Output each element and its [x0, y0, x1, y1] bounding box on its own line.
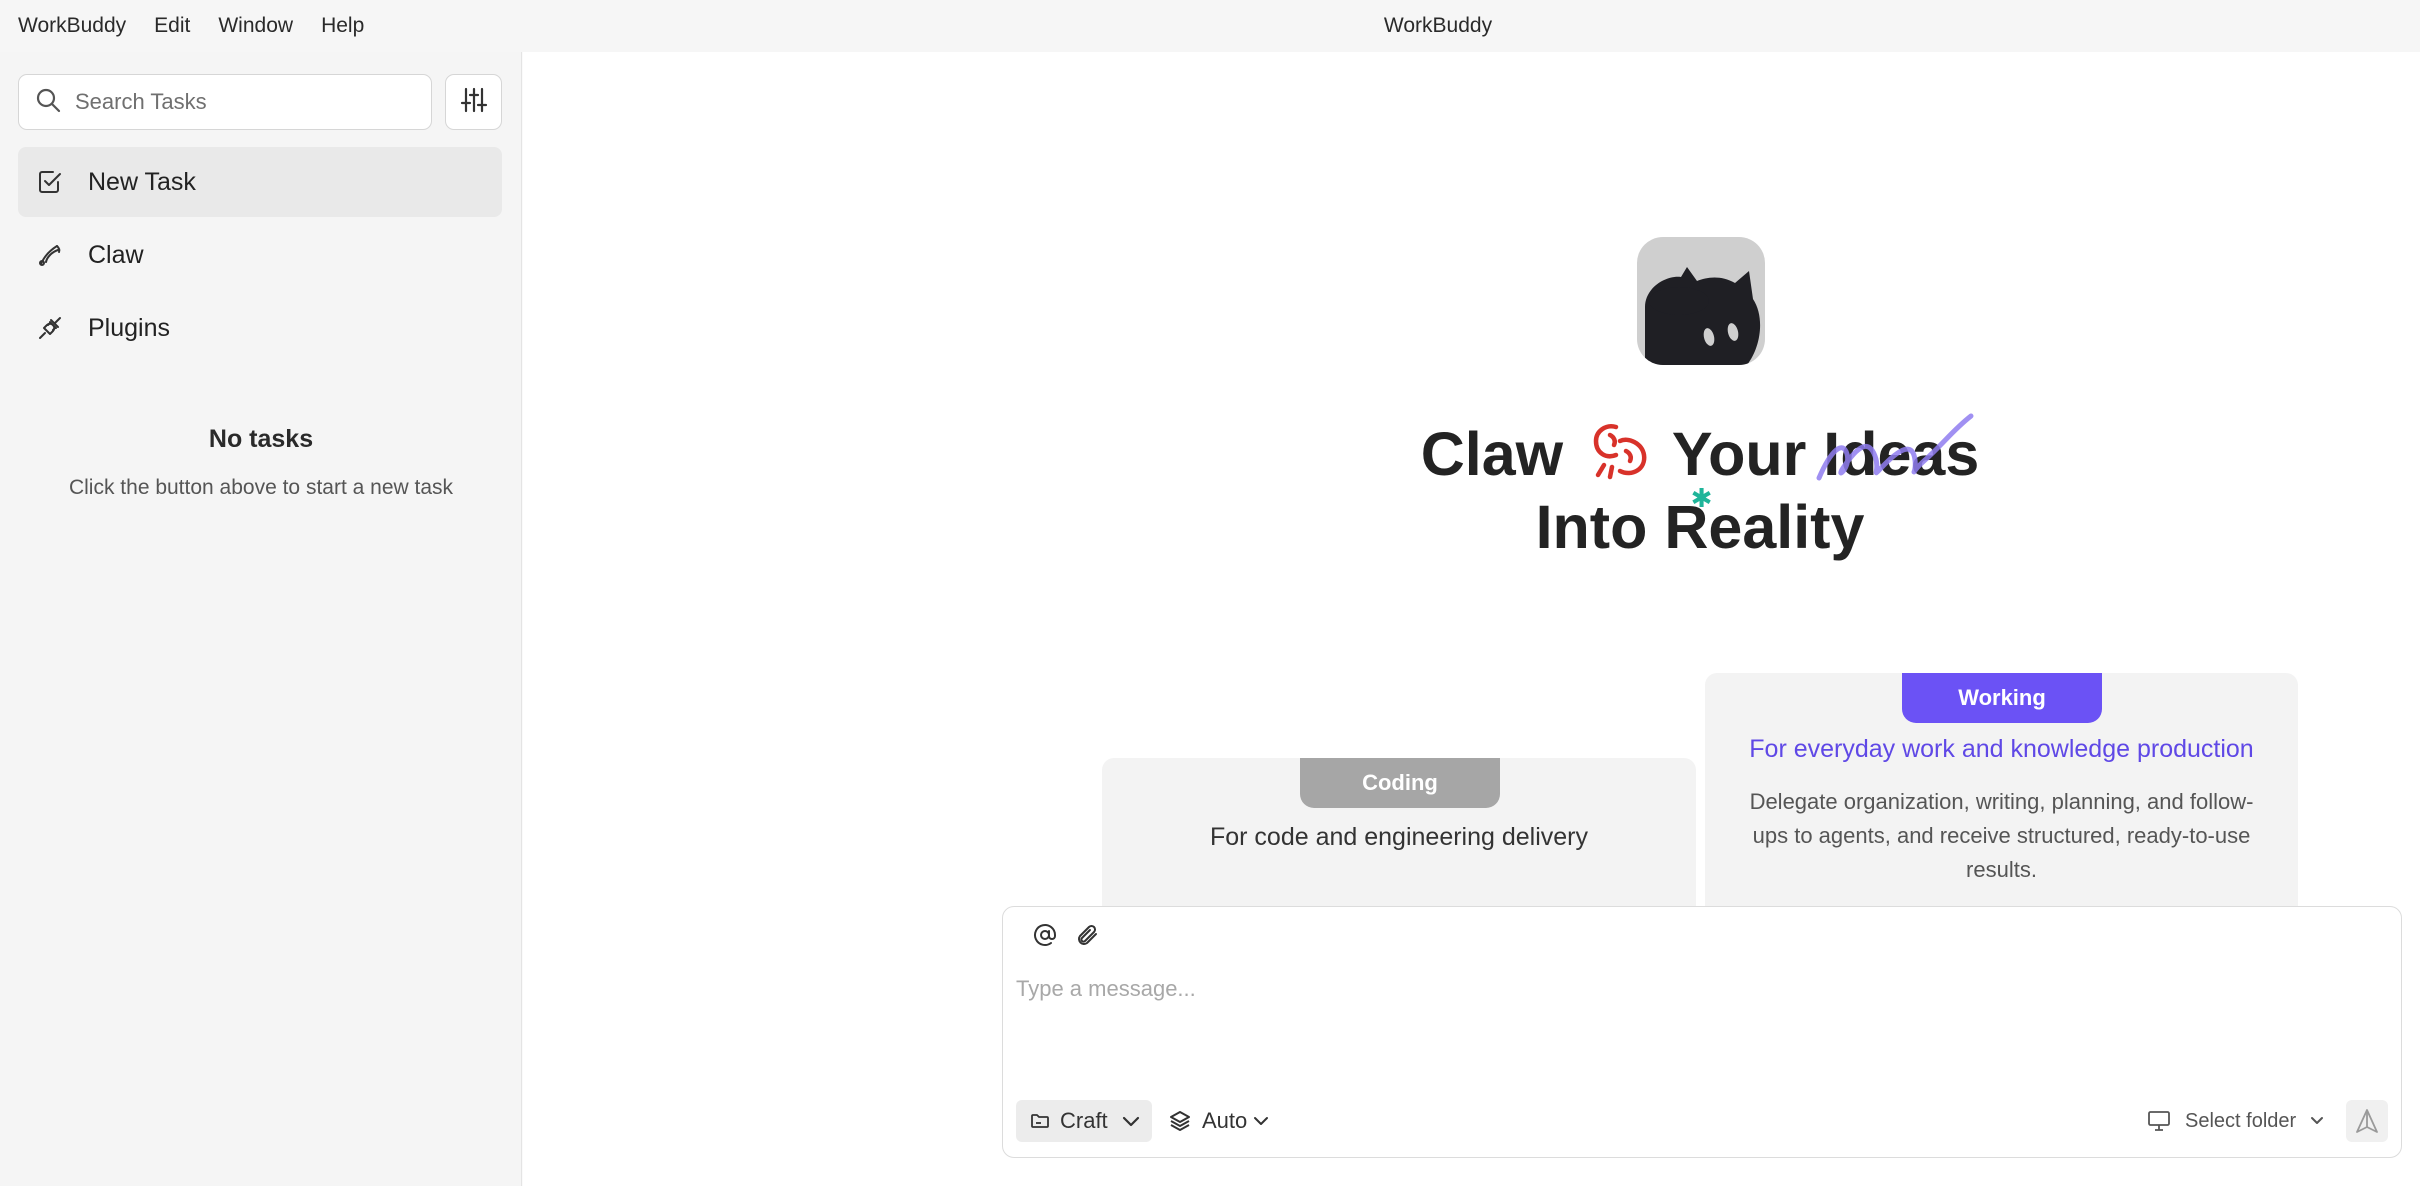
sidebar-item-label: Claw: [88, 240, 144, 269]
menu-help[interactable]: Help: [321, 14, 364, 38]
message-input[interactable]: [1016, 969, 2386, 1009]
working-card-title: For everyday work and knowledge producti…: [1749, 735, 2254, 763]
claw-icon: [36, 241, 64, 269]
monitor-icon: [2147, 1110, 2171, 1132]
window-title: WorkBuddy: [1383, 14, 1493, 37]
new-task-icon: [36, 168, 64, 196]
menu-edit[interactable]: Edit: [154, 14, 190, 38]
hero-word-ideas-wrap: Ideas: [1816, 413, 1979, 491]
coding-mode-card[interactable]: Coding For code and engineering delivery: [1102, 758, 1696, 906]
plugin-icon: [36, 314, 64, 342]
sidebar-item-label: New Task: [88, 167, 196, 196]
empty-title: No tasks: [208, 425, 314, 453]
hero-word-into-r: Into R ✱: [1535, 485, 1713, 564]
search-icon: [35, 87, 61, 118]
mention-icon[interactable]: [1031, 921, 1059, 949]
chevron-down-icon: [1253, 1116, 1269, 1126]
layers-icon: [1168, 1109, 1192, 1133]
sidebar: New Task Claw Plugins No tasks Click the…: [0, 52, 522, 1186]
coding-tab[interactable]: Coding: [1300, 758, 1500, 808]
send-icon: [2354, 1108, 2380, 1134]
hero-word-eality: eality: [1708, 493, 1865, 561]
lobster-icon: [1586, 421, 1650, 481]
working-tab[interactable]: Working: [1902, 673, 2102, 723]
sidebar-item-claw[interactable]: Claw: [18, 220, 502, 290]
model-dropdown[interactable]: Auto: [1168, 1100, 1269, 1142]
coding-card-title: For code and engineering delivery: [1209, 823, 1588, 851]
menu-window[interactable]: Window: [218, 14, 293, 38]
chevron-down-icon: [1122, 1115, 1140, 1127]
cat-mascot-icon: [1645, 267, 1761, 365]
sidebar-item-new-task[interactable]: New Task: [18, 147, 502, 217]
composer-toolbar: [1031, 921, 1101, 949]
sparkle-icon: ✱: [1690, 483, 1713, 513]
hero-headline: Claw Your Ideas Into R ✱ eality: [1320, 413, 2080, 564]
hero-word-claw: Claw: [1420, 420, 1564, 488]
select-folder-label: Select folder: [2185, 1109, 2297, 1132]
hero-word-your: Your: [1671, 420, 1807, 488]
search-box[interactable]: [18, 74, 432, 130]
scribble-decoration: [1816, 413, 1974, 481]
folder-icon: [1030, 1111, 1050, 1131]
sidebar-nav: New Task Claw Plugins: [18, 147, 502, 366]
working-mode-card[interactable]: Working For everyday work and knowledge …: [1705, 673, 2298, 906]
attachment-icon[interactable]: [1073, 921, 1101, 949]
search-input[interactable]: [75, 89, 405, 115]
send-button[interactable]: [2346, 1100, 2388, 1142]
craft-mode-dropdown[interactable]: Craft: [1016, 1100, 1152, 1142]
menu-workbuddy[interactable]: WorkBuddy: [18, 14, 126, 38]
sliders-icon: [460, 86, 488, 119]
hero-word-into-r-text: Into R: [1535, 493, 1709, 561]
sidebar-item-plugins[interactable]: Plugins: [18, 293, 502, 363]
model-label: Auto: [1202, 1108, 1248, 1133]
craft-mode-label: Craft: [1060, 1108, 1108, 1133]
empty-state: No tasks Click the button above to start…: [0, 425, 522, 500]
menu-bar: WorkBuddy Edit Window Help WorkBuddy: [0, 0, 2420, 52]
message-composer: Craft Auto Select folder: [1002, 906, 2402, 1158]
empty-subtitle: Click the button above to start a new ta…: [68, 476, 454, 499]
app-menu: WorkBuddy Edit Window Help: [18, 0, 364, 52]
sidebar-item-label: Plugins: [88, 313, 170, 342]
filter-button[interactable]: [445, 74, 502, 130]
chevron-down-icon: [2310, 1116, 2324, 1126]
hero-line-1: Claw Your Ideas: [1320, 413, 2080, 491]
app-logo: [1637, 237, 1765, 365]
hero-line-2: Into R ✱ eality: [1320, 485, 2080, 564]
working-card-description: Delegate organization, writing, planning…: [1749, 789, 2254, 882]
select-folder-dropdown[interactable]: Select folder: [2147, 1100, 2324, 1142]
